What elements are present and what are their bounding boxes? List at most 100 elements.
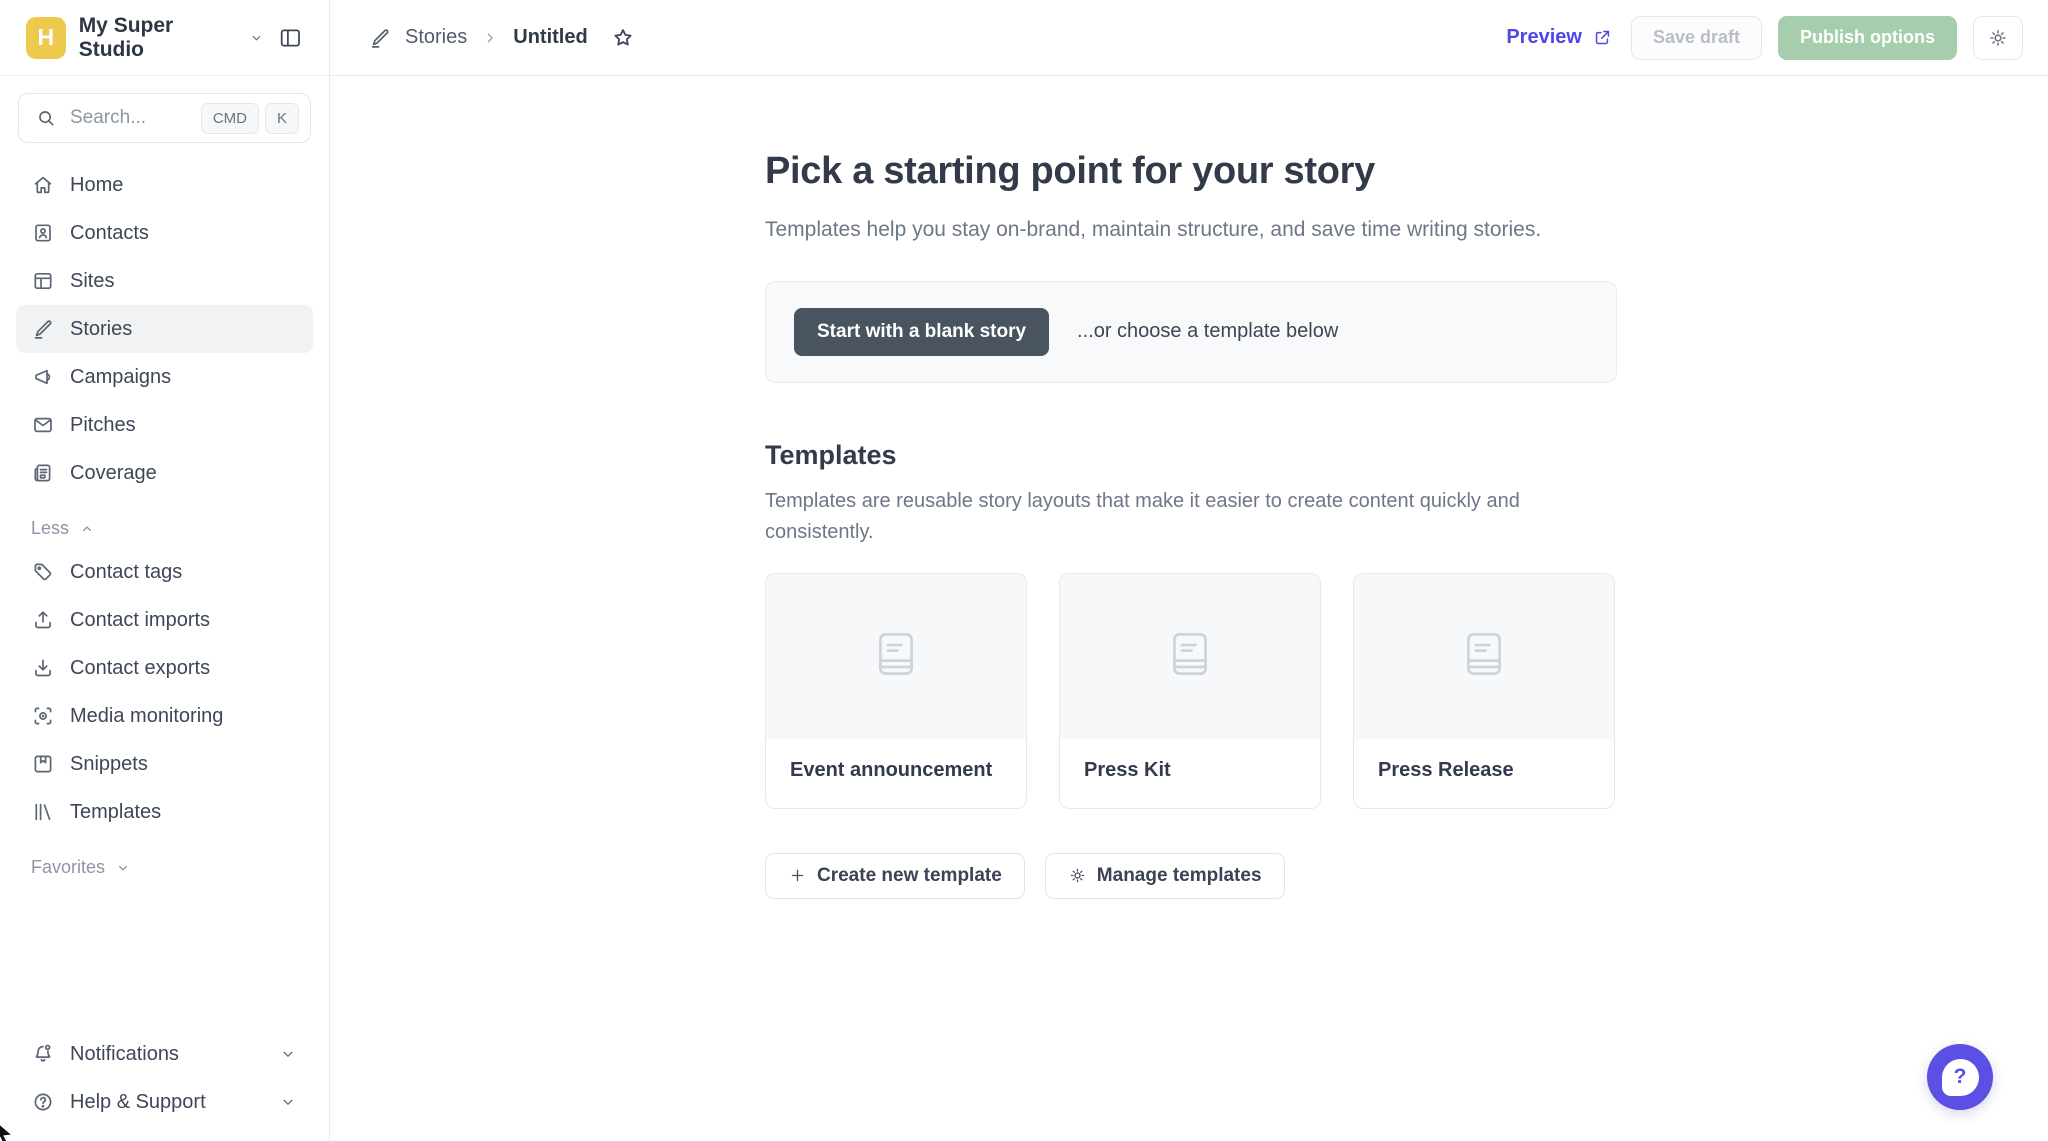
workspace-logo: H bbox=[26, 17, 66, 59]
panel-toggle-icon bbox=[278, 25, 303, 51]
chevron-right-icon bbox=[480, 28, 500, 48]
sidebar-item-templates[interactable]: Templates bbox=[16, 788, 313, 836]
sidebar-item-media-monitoring[interactable]: Media monitoring bbox=[16, 692, 313, 740]
sidebar-item-contact-imports[interactable]: Contact imports bbox=[16, 596, 313, 644]
home-icon bbox=[31, 173, 55, 197]
search-shortcut: CMD K bbox=[201, 103, 299, 134]
blank-story-hint: ...or choose a template below bbox=[1077, 320, 1338, 343]
template-card-press-release[interactable]: Press Release bbox=[1353, 573, 1615, 809]
sidebar-item-label: Help & Support bbox=[70, 1091, 206, 1114]
template-card-event-announcement[interactable]: Event announcement bbox=[765, 573, 1027, 809]
kbd-k: K bbox=[265, 103, 299, 134]
breadcrumb-stories[interactable]: Stories bbox=[405, 26, 467, 49]
sidebar-item-stories[interactable]: Stories bbox=[16, 305, 313, 353]
search-icon bbox=[35, 107, 57, 129]
sidebar-item-snippets[interactable]: Snippets bbox=[16, 740, 313, 788]
preview-link[interactable]: Preview bbox=[1506, 26, 1613, 49]
sidebar-item-label: Media monitoring bbox=[70, 705, 223, 728]
sidebar-item-label: Coverage bbox=[70, 462, 157, 485]
sidebar-item-coverage[interactable]: Coverage bbox=[16, 449, 313, 497]
megaphone-icon bbox=[31, 365, 55, 389]
template-title: Event announcement bbox=[766, 739, 1026, 808]
sidebar-item-home[interactable]: Home bbox=[16, 161, 313, 209]
template-thumbnail bbox=[1354, 574, 1614, 739]
sidebar-item-pitches[interactable]: Pitches bbox=[16, 401, 313, 449]
pen-icon bbox=[31, 317, 55, 341]
topbar: Stories Untitled Preview Save draft Publ… bbox=[330, 0, 2048, 76]
kbd-cmd: CMD bbox=[201, 103, 259, 134]
template-cards: Event announcement Press Kit Press Relea… bbox=[765, 573, 2048, 809]
topbar-actions: Preview Save draft Publish options bbox=[1506, 16, 2023, 60]
save-draft-button[interactable]: Save draft bbox=[1631, 16, 1762, 60]
document-icon bbox=[878, 632, 914, 681]
workspace-initial: H bbox=[38, 24, 55, 51]
section-toggle-favorites[interactable]: Favorites bbox=[16, 836, 313, 887]
page-title: Pick a starting point for your story bbox=[765, 150, 2048, 193]
help-fab-button[interactable]: ? bbox=[1927, 1044, 1993, 1110]
star-icon bbox=[610, 39, 636, 54]
sidebar-item-label: Contact tags bbox=[70, 561, 182, 584]
library-icon bbox=[31, 800, 55, 824]
bookmark-square-icon bbox=[31, 752, 55, 776]
templates-description: Templates are reusable story layouts tha… bbox=[765, 486, 1617, 548]
create-new-template-button[interactable]: Create new template bbox=[765, 853, 1025, 899]
publish-options-button[interactable]: Publish options bbox=[1778, 16, 1957, 60]
start-blank-story-button[interactable]: Start with a blank story bbox=[794, 308, 1049, 356]
sidebar-item-notifications[interactable]: Notifications bbox=[16, 1030, 313, 1078]
pen-icon bbox=[368, 26, 392, 50]
sidebar-item-contacts[interactable]: Contacts bbox=[16, 209, 313, 257]
templates-heading: Templates bbox=[765, 440, 2048, 471]
section-toggle-less[interactable]: Less bbox=[16, 497, 313, 548]
section-label-less: Less bbox=[31, 518, 69, 539]
primary-nav: Home Contacts Sites Stories Campaigns Pi… bbox=[0, 151, 329, 887]
document-icon bbox=[1172, 632, 1208, 681]
search-placeholder: Search... bbox=[70, 107, 146, 129]
manage-templates-button[interactable]: Manage templates bbox=[1045, 853, 1285, 899]
workspace-row: H My Super Studio bbox=[0, 0, 329, 76]
external-link-icon bbox=[1592, 27, 1613, 48]
chevron-down-icon bbox=[114, 859, 132, 877]
workspace-name: My Super Studio bbox=[79, 14, 236, 62]
chevron-down-icon bbox=[248, 29, 265, 47]
template-actions: Create new template Manage templates bbox=[765, 853, 2048, 899]
newspaper-icon bbox=[31, 461, 55, 485]
sidebar-item-label: Notifications bbox=[70, 1043, 179, 1066]
template-card-press-kit[interactable]: Press Kit bbox=[1059, 573, 1321, 809]
content: Pick a starting point for your story Tem… bbox=[330, 76, 2048, 1141]
sidebar-item-label: Contact imports bbox=[70, 609, 210, 632]
gear-icon bbox=[1987, 27, 2009, 49]
plus-icon bbox=[788, 866, 807, 885]
mouse-cursor bbox=[0, 1121, 19, 1141]
sidebar-item-contact-tags[interactable]: Contact tags bbox=[16, 548, 313, 596]
template-title: Press Kit bbox=[1060, 739, 1320, 808]
sidebar-item-label: Contact exports bbox=[70, 657, 210, 680]
story-settings-button[interactable] bbox=[1973, 16, 2023, 60]
sidebar-item-contact-exports[interactable]: Contact exports bbox=[16, 644, 313, 692]
sidebar-item-sites[interactable]: Sites bbox=[16, 257, 313, 305]
media-scan-icon bbox=[31, 704, 55, 728]
template-thumbnail bbox=[1060, 574, 1320, 739]
favorite-star-button[interactable] bbox=[610, 25, 636, 51]
sidebar-item-label: Pitches bbox=[70, 414, 136, 437]
sidebar-item-label: Snippets bbox=[70, 753, 148, 776]
search-input[interactable]: Search... CMD K bbox=[18, 93, 311, 143]
sidebar-item-campaigns[interactable]: Campaigns bbox=[16, 353, 313, 401]
sidebar-toggle-button[interactable] bbox=[278, 25, 303, 51]
sidebar: H My Super Studio Search... CMD K Home C… bbox=[0, 0, 330, 1141]
sidebar-item-help-support[interactable]: Help & Support bbox=[16, 1078, 313, 1126]
question-circle-icon bbox=[31, 1090, 55, 1114]
template-thumbnail bbox=[766, 574, 1026, 739]
breadcrumb-untitled[interactable]: Untitled bbox=[513, 26, 587, 49]
preview-label: Preview bbox=[1506, 26, 1582, 49]
workspace-switcher[interactable]: H My Super Studio bbox=[26, 14, 265, 62]
blank-story-panel: Start with a blank story ...or choose a … bbox=[765, 281, 1617, 383]
section-label-favorites: Favorites bbox=[31, 857, 105, 878]
envelope-icon bbox=[31, 413, 55, 437]
document-icon bbox=[1466, 632, 1502, 681]
sidebar-item-label: Templates bbox=[70, 801, 161, 824]
sidebar-bottom: Notifications Help & Support bbox=[0, 1030, 329, 1141]
main-area: Stories Untitled Preview Save draft Publ… bbox=[330, 0, 2048, 1141]
upload-icon bbox=[31, 608, 55, 632]
sidebar-item-label: Sites bbox=[70, 270, 114, 293]
download-icon bbox=[31, 656, 55, 680]
